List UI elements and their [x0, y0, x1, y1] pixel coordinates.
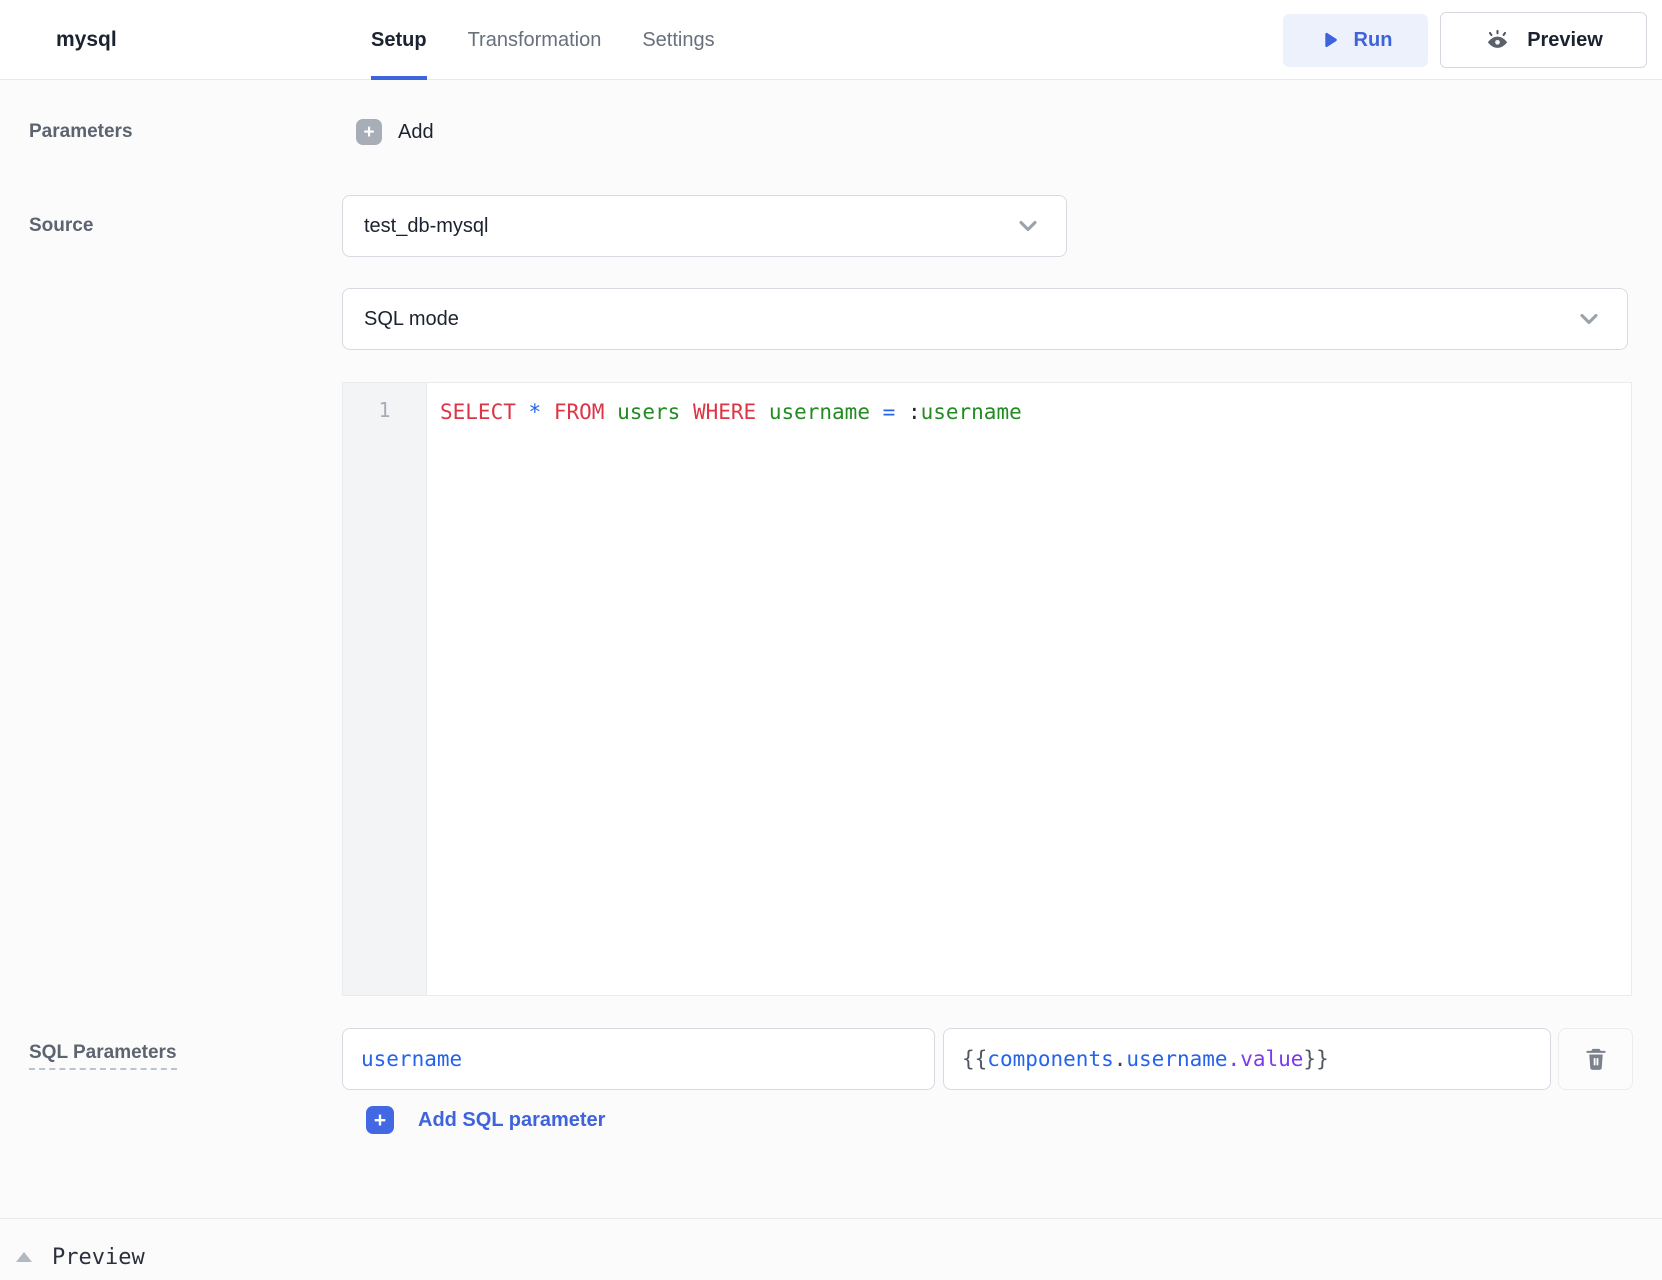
sql-parameter-key-input[interactable]: username	[342, 1028, 935, 1090]
plus-icon: +	[366, 1106, 394, 1134]
source-select[interactable]: test_db-mysql	[342, 195, 1067, 257]
add-parameter-label: Add	[398, 121, 434, 144]
footer-divider	[0, 1218, 1662, 1219]
eye-icon	[1484, 27, 1511, 54]
query-mode-selected-value: SQL mode	[364, 308, 459, 331]
trash-icon	[1583, 1046, 1609, 1072]
tab-setup[interactable]: Setup	[371, 0, 427, 80]
preview-panel-label: Preview	[52, 1245, 145, 1270]
add-parameter-button[interactable]: + Add	[356, 119, 434, 145]
line-number: 1	[378, 398, 390, 422]
source-label: Source	[29, 215, 93, 237]
triangle-up-icon	[16, 1252, 32, 1262]
add-sql-parameter-button[interactable]: + Add SQL parameter	[366, 1106, 605, 1134]
tab-bar: Setup Transformation Settings	[371, 0, 715, 80]
add-sql-parameter-label: Add SQL parameter	[418, 1109, 605, 1132]
source-selected-value: test_db-mysql	[364, 215, 489, 238]
delete-parameter-button[interactable]	[1558, 1028, 1633, 1090]
play-icon	[1319, 30, 1340, 51]
parameters-label: Parameters	[29, 121, 133, 143]
sql-parameter-key-value: username	[361, 1047, 462, 1071]
tab-transformation[interactable]: Transformation	[468, 0, 602, 80]
sql-parameters-label: SQL Parameters	[29, 1042, 177, 1070]
query-mode-select[interactable]: SQL mode	[342, 288, 1628, 350]
editor-code-line[interactable]: SELECT * FROM users WHERE username = :us…	[427, 383, 1631, 995]
editor-gutter: 1	[343, 383, 427, 995]
chevron-down-icon	[1575, 305, 1603, 333]
header: mysql Setup Transformation Settings Run	[0, 0, 1662, 80]
run-button-label: Run	[1354, 29, 1393, 52]
sql-code-editor[interactable]: 1 SELECT * FROM users WHERE username = :…	[342, 382, 1632, 996]
sql-parameter-value-input[interactable]: {{components.username.value}}	[943, 1028, 1551, 1090]
preview-button[interactable]: Preview	[1440, 12, 1647, 68]
preview-button-label: Preview	[1527, 29, 1603, 52]
run-button[interactable]: Run	[1283, 14, 1428, 67]
query-title: mysql	[56, 0, 117, 80]
query-editor-panel: mysql Setup Transformation Settings Run	[0, 0, 1662, 1280]
plus-icon: +	[356, 119, 382, 145]
header-actions: Run Preview	[1283, 0, 1647, 80]
chevron-down-icon	[1014, 212, 1042, 240]
preview-panel-toggle[interactable]: Preview	[16, 1240, 145, 1274]
tab-settings[interactable]: Settings	[642, 0, 714, 80]
